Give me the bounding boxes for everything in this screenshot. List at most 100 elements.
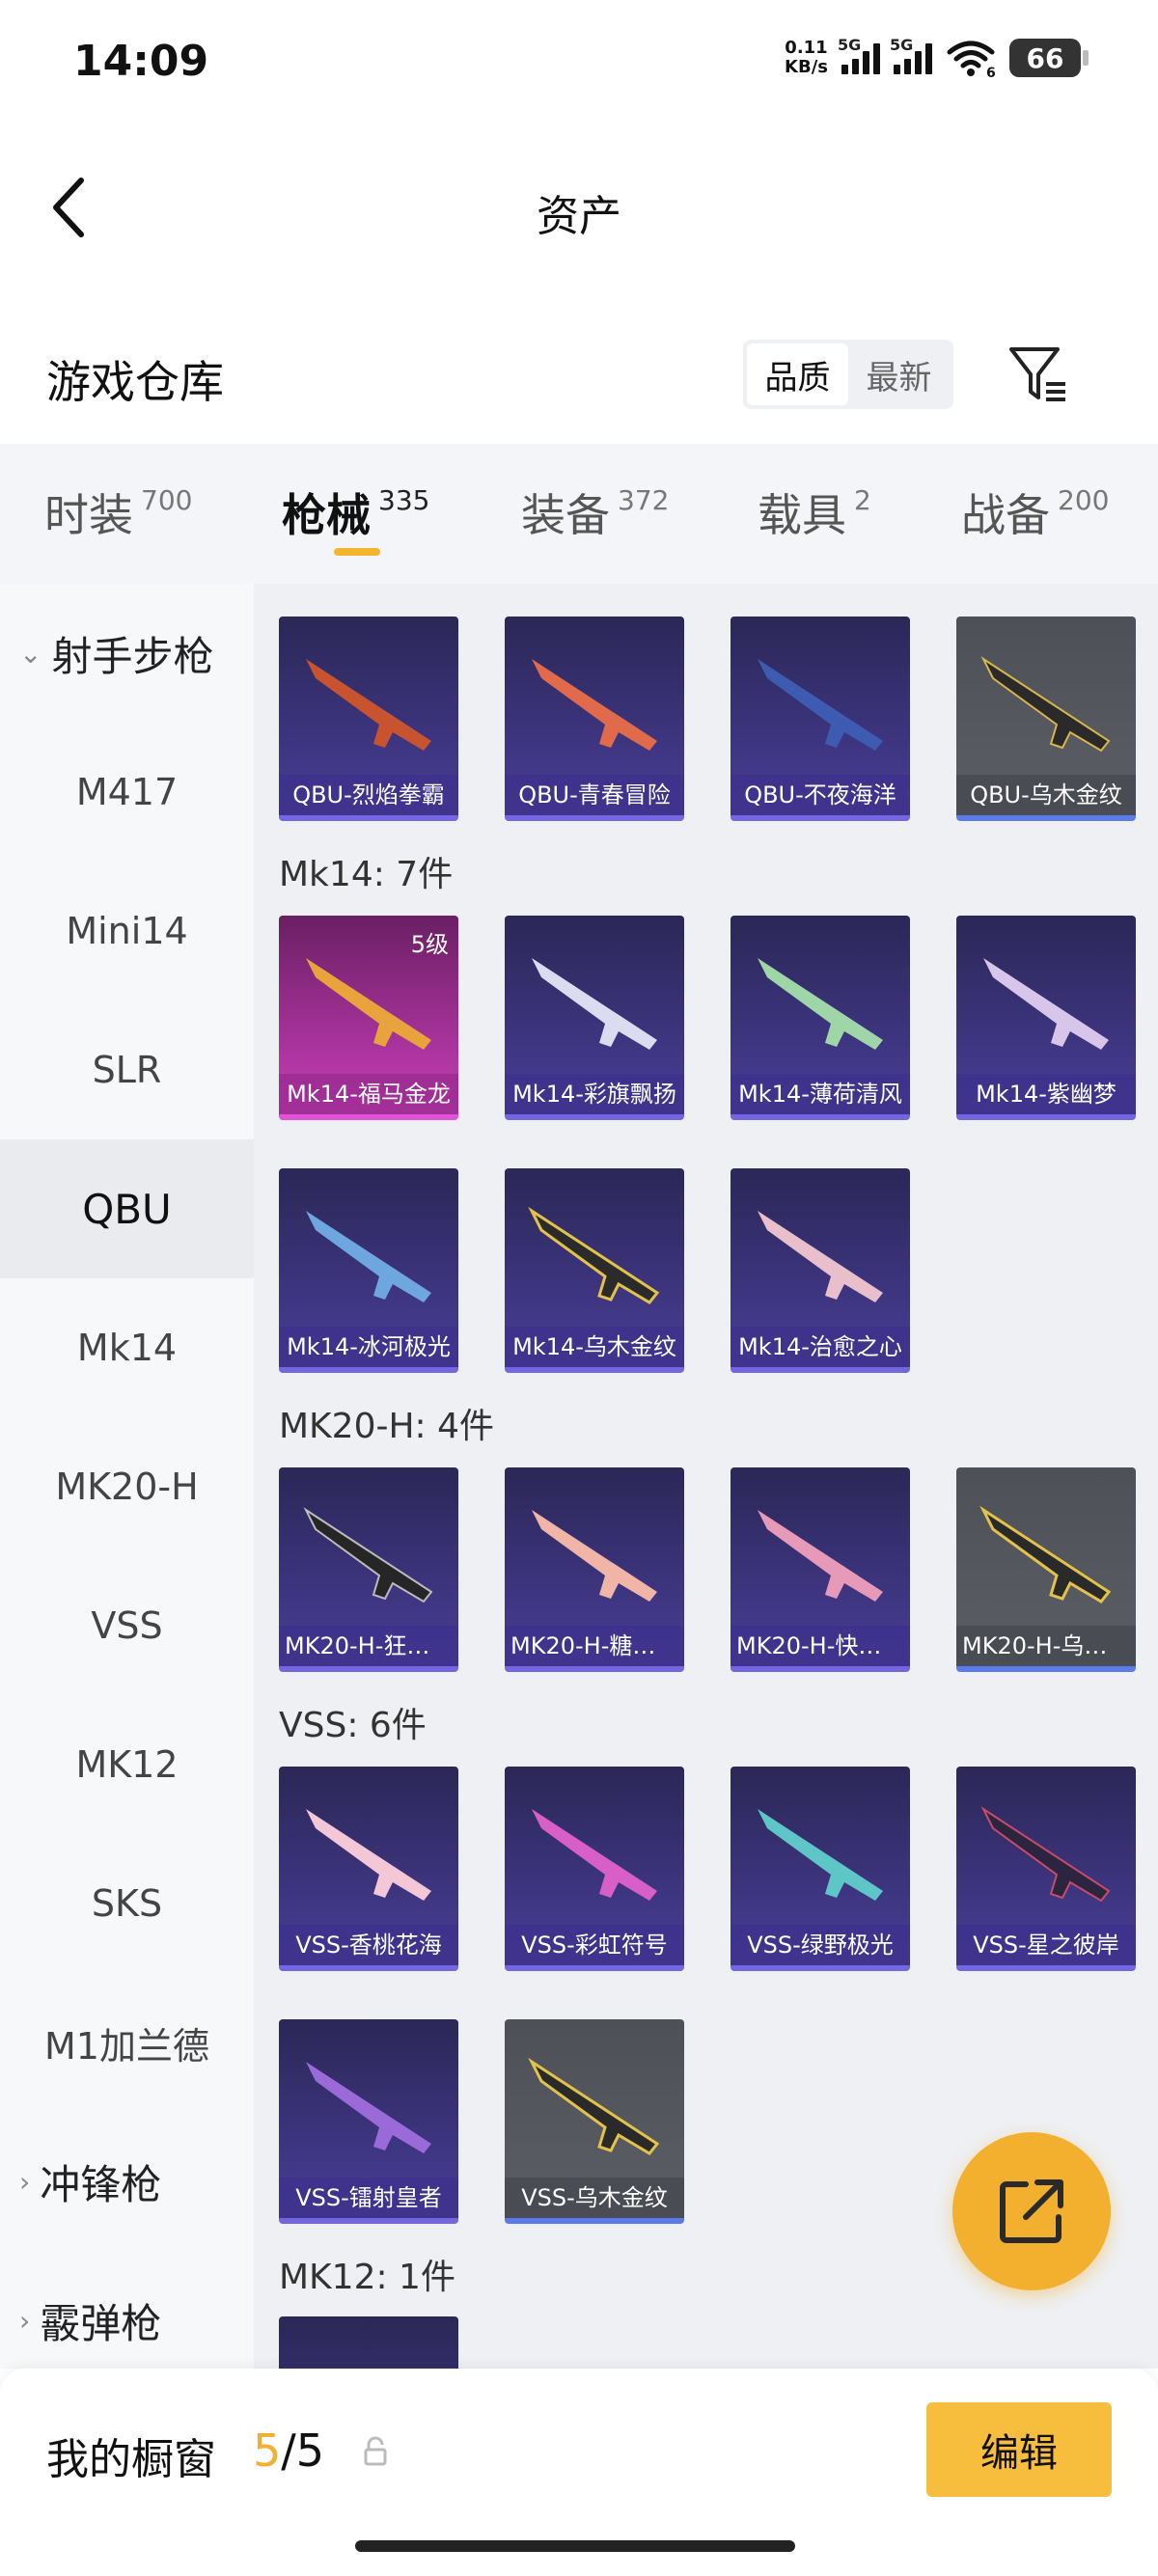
skin-card[interactable]: QBU-青春冒险 bbox=[505, 617, 684, 821]
sidebar-group-smg[interactable]: › 冲锋枪 bbox=[0, 2112, 254, 2251]
skin-name: QBU-青春冒险 bbox=[505, 775, 684, 815]
skin-card[interactable]: VSS-绿野极光 bbox=[731, 1767, 910, 1971]
skin-card[interactable]: Mk14-乌木金纹 bbox=[505, 1168, 684, 1373]
skin-name: VSS-香桃花海 bbox=[279, 1925, 458, 1965]
chevron-right-icon: › bbox=[19, 2165, 31, 2198]
status-bar: 14:09 0.11 KB/s 5G 5G 6 66 bbox=[0, 0, 1158, 125]
skin-name: VSS-乌木金纹 bbox=[505, 2178, 684, 2218]
skin-card[interactable]: Mk14-薄荷清风 bbox=[731, 916, 910, 1120]
skin-card[interactable]: MK20-H-糖果派对 bbox=[505, 1467, 684, 1672]
rifle-icon bbox=[980, 1806, 1111, 1903]
sidebar-item-m417[interactable]: M417 bbox=[0, 723, 254, 862]
sidebar-item-m1garand[interactable]: M1加兰德 bbox=[0, 1973, 254, 2112]
group-label-mk14: Mk14: 7件 bbox=[279, 855, 454, 894]
tab-count: 200 bbox=[1058, 484, 1110, 516]
sidebar-item-sks[interactable]: SKS bbox=[0, 1834, 254, 1973]
filter-icon bbox=[1009, 347, 1065, 401]
battery-level: 66 bbox=[1026, 41, 1064, 74]
sidebar-item-mk12[interactable]: MK12 bbox=[0, 1695, 254, 1834]
tab-label: 载具 bbox=[758, 489, 846, 541]
rifle-icon bbox=[306, 1211, 431, 1302]
skin-name: MK20-H-糖果派对 bbox=[505, 1626, 684, 1666]
tab-label: 枪械 bbox=[282, 489, 371, 541]
sidebar-item-mk20h[interactable]: MK20-H bbox=[0, 1417, 254, 1556]
sidebar-item-slr[interactable]: SLR bbox=[0, 1000, 254, 1139]
group-label-mk12: MK12: 1件 bbox=[279, 2258, 455, 2297]
warehouse-title: 游戏仓库 bbox=[46, 356, 224, 408]
showcase-count: 5/5 bbox=[253, 2425, 324, 2477]
sidebar-item-mini14[interactable]: Mini14 bbox=[0, 862, 254, 1000]
skin-card[interactable]: Mk14-彩旗飘扬 bbox=[505, 916, 684, 1120]
category-tabs: 时装 700 枪械 335 装备 372 载具 2 战备 200 bbox=[0, 444, 1158, 584]
rifle-icon bbox=[528, 2057, 660, 2155]
wifi-icon: 6 bbox=[946, 39, 996, 81]
skin-card[interactable]: VSS-星之彼岸 bbox=[956, 1767, 1136, 1971]
skin-card[interactable]: VSS-乌木金纹 bbox=[505, 2019, 684, 2224]
share-icon bbox=[1000, 2179, 1063, 2243]
network-speed-value: 0.11 bbox=[785, 38, 828, 58]
share-button[interactable] bbox=[952, 2132, 1111, 2290]
skin-card[interactable]: QBU-不夜海洋 bbox=[731, 617, 910, 821]
showcase-current: 5 bbox=[253, 2425, 282, 2477]
showcase-label: 我的橱窗 bbox=[46, 2435, 216, 2484]
rifle-icon bbox=[532, 1510, 657, 1602]
tab-vehicles[interactable]: 载具 2 bbox=[758, 480, 871, 544]
skin-name: Mk14-薄荷清风 bbox=[731, 1074, 910, 1114]
skin-card[interactable]: QBU-烈焰拳霸 bbox=[279, 617, 458, 821]
wifi-badge: 6 bbox=[986, 66, 996, 77]
skin-card[interactable]: VSS-彩虹符号 bbox=[505, 1767, 684, 1971]
skin-name: Mk14-冰河极光 bbox=[279, 1327, 458, 1367]
skin-card[interactable]: Mk14-紫幽梦 bbox=[956, 916, 1136, 1120]
rifle-icon bbox=[983, 958, 1109, 1050]
edit-button[interactable]: 编辑 bbox=[926, 2402, 1112, 2497]
rifle-icon bbox=[532, 659, 657, 751]
active-tab-indicator bbox=[334, 548, 380, 556]
tab-equipment[interactable]: 装备 372 bbox=[521, 480, 669, 544]
filter-button[interactable] bbox=[1004, 340, 1073, 409]
sort-newest-button[interactable]: 最新 bbox=[848, 343, 950, 405]
battery-icon: 66 bbox=[1009, 39, 1089, 77]
skin-name: MK20-H-快乐时光 bbox=[731, 1626, 910, 1666]
skin-card[interactable]: Mk14-冰河极光 bbox=[279, 1168, 458, 1373]
tab-supplies[interactable]: 战备 200 bbox=[961, 480, 1109, 544]
sim2-label: 5G bbox=[890, 36, 914, 54]
weapon-type-sidebar: ⌄ 射手步枪 M417 Mini14 SLR QBU Mk14 MK20-H V… bbox=[0, 584, 254, 2369]
skin-card[interactable]: MK20-H-快乐时光 bbox=[731, 1467, 910, 1672]
tab-count: 2 bbox=[854, 484, 871, 516]
skin-card[interactable]: MK20-H-乌木金纹 bbox=[956, 1467, 1136, 1672]
rifle-icon bbox=[532, 958, 657, 1050]
skin-name: VSS-绿野极光 bbox=[731, 1925, 910, 1965]
sidebar-group-marksman[interactable]: ⌄ 射手步枪 bbox=[0, 584, 254, 723]
rifle-icon bbox=[980, 656, 1111, 753]
skin-card[interactable]: VSS-香桃花海 bbox=[279, 1767, 458, 1971]
rifle-icon bbox=[306, 1809, 431, 1901]
tab-firearms[interactable]: 枪械 335 bbox=[282, 480, 429, 544]
skin-card[interactable]: VSS-镭射皇者 bbox=[279, 2019, 458, 2224]
skin-card[interactable]: Mk14-治愈之心 bbox=[731, 1168, 910, 1373]
skin-card[interactable]: 5级 Mk14-福马金龙 bbox=[279, 916, 458, 1120]
home-indicator[interactable] bbox=[355, 2540, 795, 2552]
rifle-icon bbox=[528, 1206, 660, 1304]
sidebar-item-qbu[interactable]: QBU bbox=[0, 1139, 254, 1278]
sidebar-group-label: 霰弹枪 bbox=[40, 2299, 162, 2347]
rifle-icon bbox=[303, 1507, 433, 1603]
page-title: 资产 bbox=[537, 192, 621, 241]
skin-card[interactable]: MK20-H-狂野之心 bbox=[279, 1467, 458, 1672]
skin-name: VSS-镭射皇者 bbox=[279, 2178, 458, 2218]
tab-label: 战备 bbox=[961, 489, 1050, 541]
rifle-icon bbox=[979, 1505, 1112, 1603]
clock: 14:09 bbox=[73, 37, 209, 86]
sidebar-group-label: 冲锋枪 bbox=[40, 2160, 162, 2208]
tab-count: 335 bbox=[378, 484, 430, 516]
skin-card[interactable] bbox=[279, 2316, 458, 2369]
skin-card[interactable]: QBU-乌木金纹 bbox=[956, 617, 1136, 821]
group-label-mk20h: MK20-H: 4件 bbox=[279, 1407, 495, 1446]
lock-icon bbox=[364, 2436, 387, 2466]
sidebar-item-vss[interactable]: VSS bbox=[0, 1556, 254, 1695]
sidebar-item-mk14[interactable]: Mk14 bbox=[0, 1278, 254, 1417]
sort-quality-button[interactable]: 品质 bbox=[747, 343, 848, 405]
signal-icon-sim2: 5G bbox=[890, 36, 932, 74]
tab-fashion[interactable]: 时装 700 bbox=[44, 480, 192, 544]
showcase-total: /5 bbox=[281, 2425, 325, 2477]
skin-name: Mk14-治愈之心 bbox=[731, 1327, 910, 1367]
